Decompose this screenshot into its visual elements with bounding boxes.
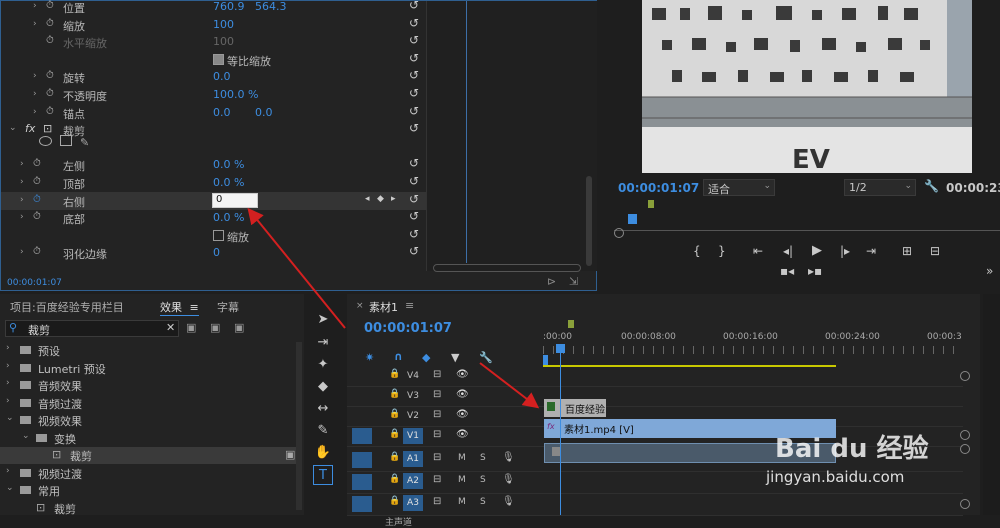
master-track-label: 主声道 [385, 518, 413, 528]
watermark-logo: Bai du 经验 [775, 434, 929, 464]
arrow-to-right-field [247, 207, 346, 329]
baidu-watermark: Bai du 经验 jingyan.baidu.com [760, 400, 960, 500]
arrow-to-title-clip [479, 362, 540, 409]
watermark-url: jingyan.baidu.com [766, 468, 905, 486]
